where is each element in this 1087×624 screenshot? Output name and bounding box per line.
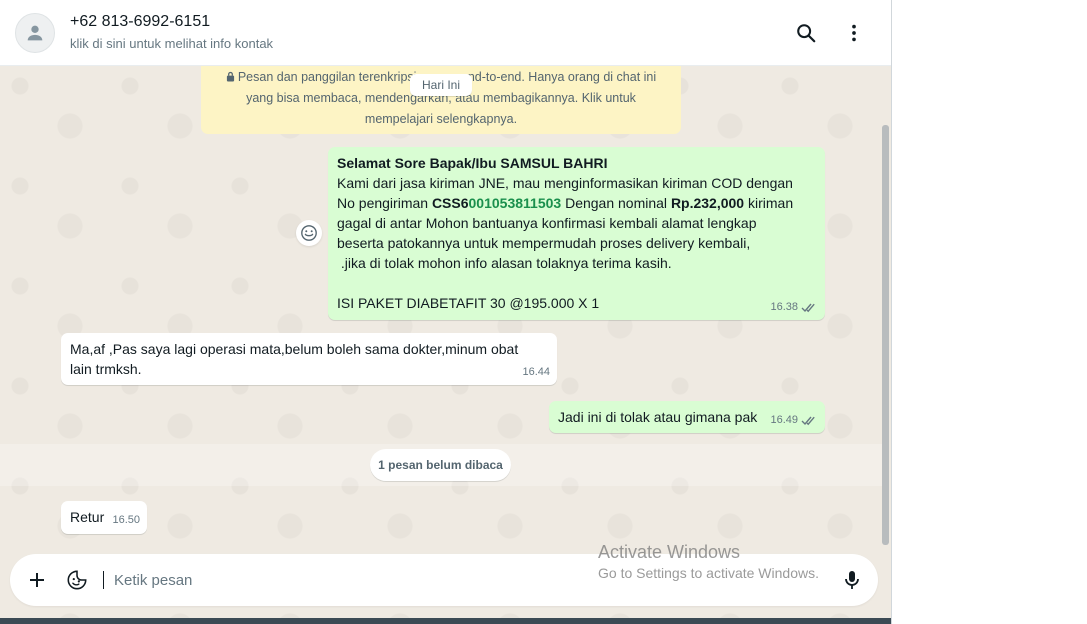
message-text: gagal di antar Mohon bantuanya konfirmas… [337,215,757,231]
contact-info-hint[interactable]: klik di sini untuk melihat info kontak [70,36,273,51]
message-text: lain trmksh. [70,361,142,377]
lock-icon [226,71,234,82]
message-time: 16.49 [770,414,798,426]
bottom-edge [0,618,891,624]
message-text: No pengiriman CSS6001053811503 Dengan no… [337,195,794,211]
smiley-icon [301,225,317,241]
message-outgoing[interactable]: Selamat Sore Bapak/Ibu SAMSUL BAHRI Kami… [328,147,825,320]
kebab-menu-icon [852,24,856,42]
message-input[interactable] [114,568,574,592]
search-icon [797,24,816,43]
message-time: 16.50 [112,514,140,526]
message-text: Ma,af ,Pas saya lagi operasi mata,belum … [70,341,519,357]
message-text: Kami dari jasa kiriman JNE, mau menginfo… [337,175,793,191]
message-text: .jika di tolak mohon info alasan tolakny… [337,255,672,271]
message-outgoing[interactable]: Jadi ini di tolak atau gimana pak 16.49 [549,401,825,433]
sticker-icon [67,570,87,590]
message-time: 16.38 [770,301,798,313]
message-incoming[interactable]: Retur 16.50 [61,501,147,534]
encryption-notice[interactable]: Pesan dan panggilan terenkripsi secara e… [201,60,681,134]
message-text: ISI PAKET DIABETAFIT 30 @195.000 X 1 [337,295,600,311]
cod-amount: Rp.232,000 [670,195,745,211]
message-meta: 16.44 [522,362,550,382]
attach-button[interactable] [22,565,52,595]
plus-icon [30,573,44,587]
person-icon [27,25,43,41]
message-time: 16.44 [522,366,550,378]
message-meta: 16.49 [770,410,817,430]
chat-window: +62 813-6992-6151 klik di sini untuk mel… [0,0,892,624]
message-composer [10,554,878,606]
contact-name[interactable]: +62 813-6992-6151 [70,13,210,31]
encryption-notice-line: mempelajari selengkapnya. [364,112,518,126]
double-check-icon [801,416,815,425]
message-text: Selamat Sore Bapak/Ibu SAMSUL BAHRI [337,155,608,171]
message-meta: 16.38 [770,297,817,317]
text-caret [103,571,104,589]
search-button[interactable] [790,17,822,49]
voice-message-button[interactable] [837,565,867,595]
unread-count-badge: 1 pesan belum dibaca [370,449,511,481]
awb-prefix: CSS6 [431,195,469,211]
chat-scrollbar[interactable] [882,125,889,545]
sticker-button[interactable] [62,565,92,595]
message-meta: 16.50 [112,510,140,530]
menu-button[interactable] [838,17,870,49]
microphone-icon [845,571,859,589]
message-incoming[interactable]: Ma,af ,Pas saya lagi operasi mata,belum … [61,333,557,385]
chat-header[interactable]: +62 813-6992-6151 klik di sini untuk mel… [0,0,891,66]
message-text: beserta patokannya untuk mempermudah pro… [337,235,751,251]
awb-number: 001053811503 [468,195,562,211]
contact-avatar[interactable] [15,13,55,53]
reaction-button[interactable] [296,220,322,246]
date-separator: Hari Ini [410,74,472,96]
double-check-icon [801,303,815,312]
